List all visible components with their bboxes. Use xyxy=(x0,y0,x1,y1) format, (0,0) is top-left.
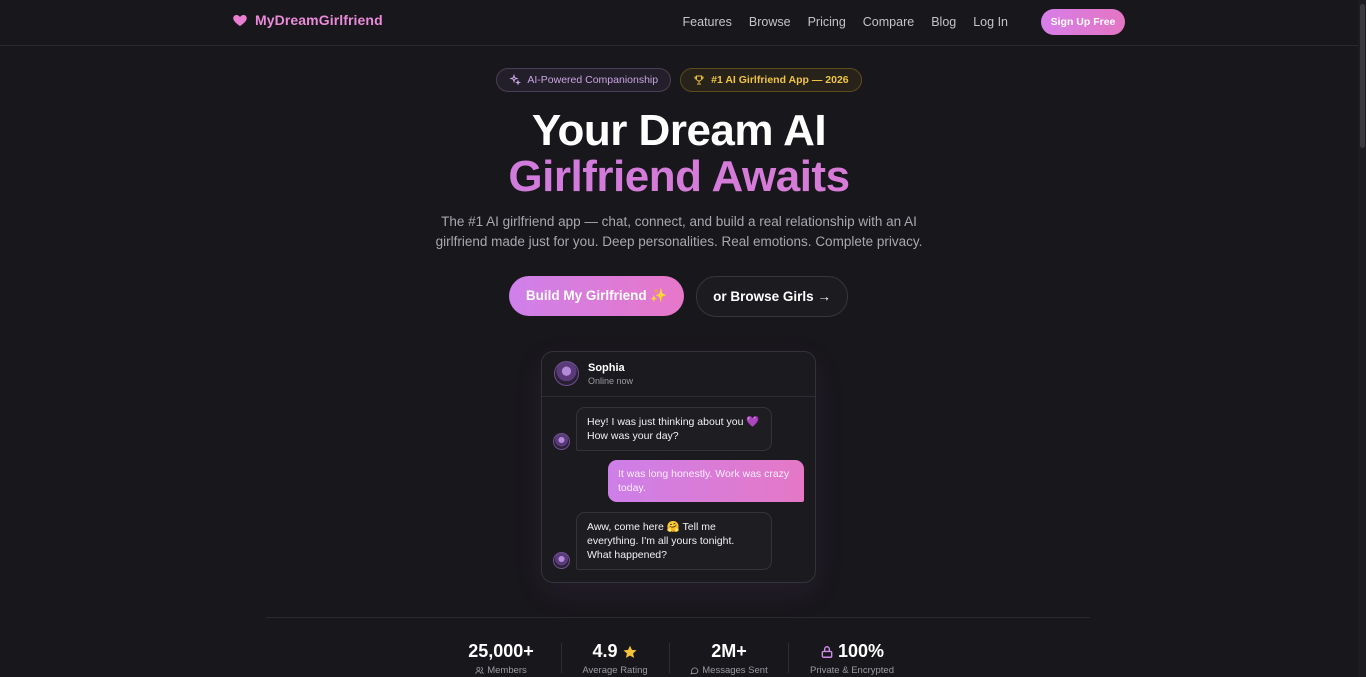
brand-logo[interactable]: MyDreamGirlfriend xyxy=(232,12,383,28)
scrollbar-thumb[interactable] xyxy=(1360,4,1365,148)
chat-contact-name: Sophia xyxy=(588,362,625,374)
hero-badges: AI-Powered Companionship #1 AI Girlfrien… xyxy=(0,68,1358,92)
stat-value: 2M+ xyxy=(711,641,747,661)
ai-badge-text: AI-Powered Companionship xyxy=(527,74,659,86)
message-incoming: Hey! I was just thinking about you 💜 How… xyxy=(576,407,772,451)
hero-title-line1: Your Dream AI xyxy=(531,106,827,155)
stat-value: 100% xyxy=(802,641,902,662)
brand-name: MyDreamGirlfriend xyxy=(255,12,383,28)
hero-subtitle: The #1 AI girlfriend app — chat, connect… xyxy=(435,214,923,249)
award-badge: #1 AI Girlfriend App — 2026 xyxy=(680,68,862,92)
stat-label: Members xyxy=(450,665,552,676)
stat-members: 25,000+ Members xyxy=(450,641,552,676)
top-nav: MyDreamGirlfriend Features Browse Pricin… xyxy=(0,0,1358,46)
stat-label-text: Messages Sent xyxy=(702,665,768,676)
nav-links: Features Browse Pricing Compare Blog Log… xyxy=(683,15,1008,29)
stat-privacy: 100% Private & Encrypted xyxy=(802,641,902,676)
stat-label: Average Rating xyxy=(582,665,648,676)
stat-separator xyxy=(561,643,562,673)
stat-separator xyxy=(669,643,670,673)
message-avatar xyxy=(553,433,570,450)
trophy-icon xyxy=(694,75,704,85)
sparkles-icon xyxy=(509,74,522,86)
star-icon xyxy=(622,645,637,658)
chat-bubble-icon xyxy=(690,667,699,675)
message-outgoing: It was long honestly. Work was crazy tod… xyxy=(608,460,804,502)
stat-value-text: 100% xyxy=(837,641,885,661)
avatar xyxy=(554,361,579,386)
stat-value: 4.9 xyxy=(575,641,655,662)
build-girlfriend-button[interactable]: Build My Girlfriend ✨ xyxy=(509,276,684,316)
nav-link-browse[interactable]: Browse xyxy=(749,15,791,29)
message-avatar xyxy=(553,552,570,569)
signup-button[interactable]: Sign Up Free xyxy=(1041,9,1125,35)
hero-title-line2: Girlfriend Awaits xyxy=(0,154,1358,200)
stat-rating: 4.9 Average Rating xyxy=(575,641,655,676)
stat-label-text: Members xyxy=(487,665,527,676)
stat-separator xyxy=(788,643,789,673)
browse-girls-button[interactable]: or Browse Girls → xyxy=(696,276,848,317)
stat-value: 25,000+ xyxy=(468,641,534,661)
stat-value-text: 4.9 xyxy=(592,641,618,661)
chat-header: Sophia Online now xyxy=(542,352,815,397)
hero-title: Your Dream AI Girlfriend Awaits xyxy=(0,108,1358,200)
users-icon xyxy=(475,667,484,674)
ai-badge: AI-Powered Companionship xyxy=(496,68,672,92)
nav-link-features[interactable]: Features xyxy=(683,15,732,29)
section-divider xyxy=(266,617,1090,618)
nav-link-compare[interactable]: Compare xyxy=(863,15,914,29)
scrollbar-track[interactable] xyxy=(1358,0,1366,677)
chat-preview-card: Sophia Online now Hey! I was just thinki… xyxy=(541,351,816,583)
chat-contact-status: Online now xyxy=(588,376,634,386)
lock-icon xyxy=(821,645,833,658)
nav-link-login[interactable]: Log In xyxy=(973,15,1008,29)
stat-label: Messages Sent xyxy=(684,665,774,676)
stat-messages: 2M+ Messages Sent xyxy=(684,641,774,676)
nav-link-blog[interactable]: Blog xyxy=(931,15,956,29)
heart-icon xyxy=(233,15,247,26)
message-incoming: Aww, come here 🤗 Tell me everything. I'm… xyxy=(576,512,772,570)
nav-link-pricing[interactable]: Pricing xyxy=(808,15,846,29)
stat-label: Private & Encrypted xyxy=(810,665,894,676)
award-badge-text: #1 AI Girlfriend App — 2026 xyxy=(711,74,849,86)
